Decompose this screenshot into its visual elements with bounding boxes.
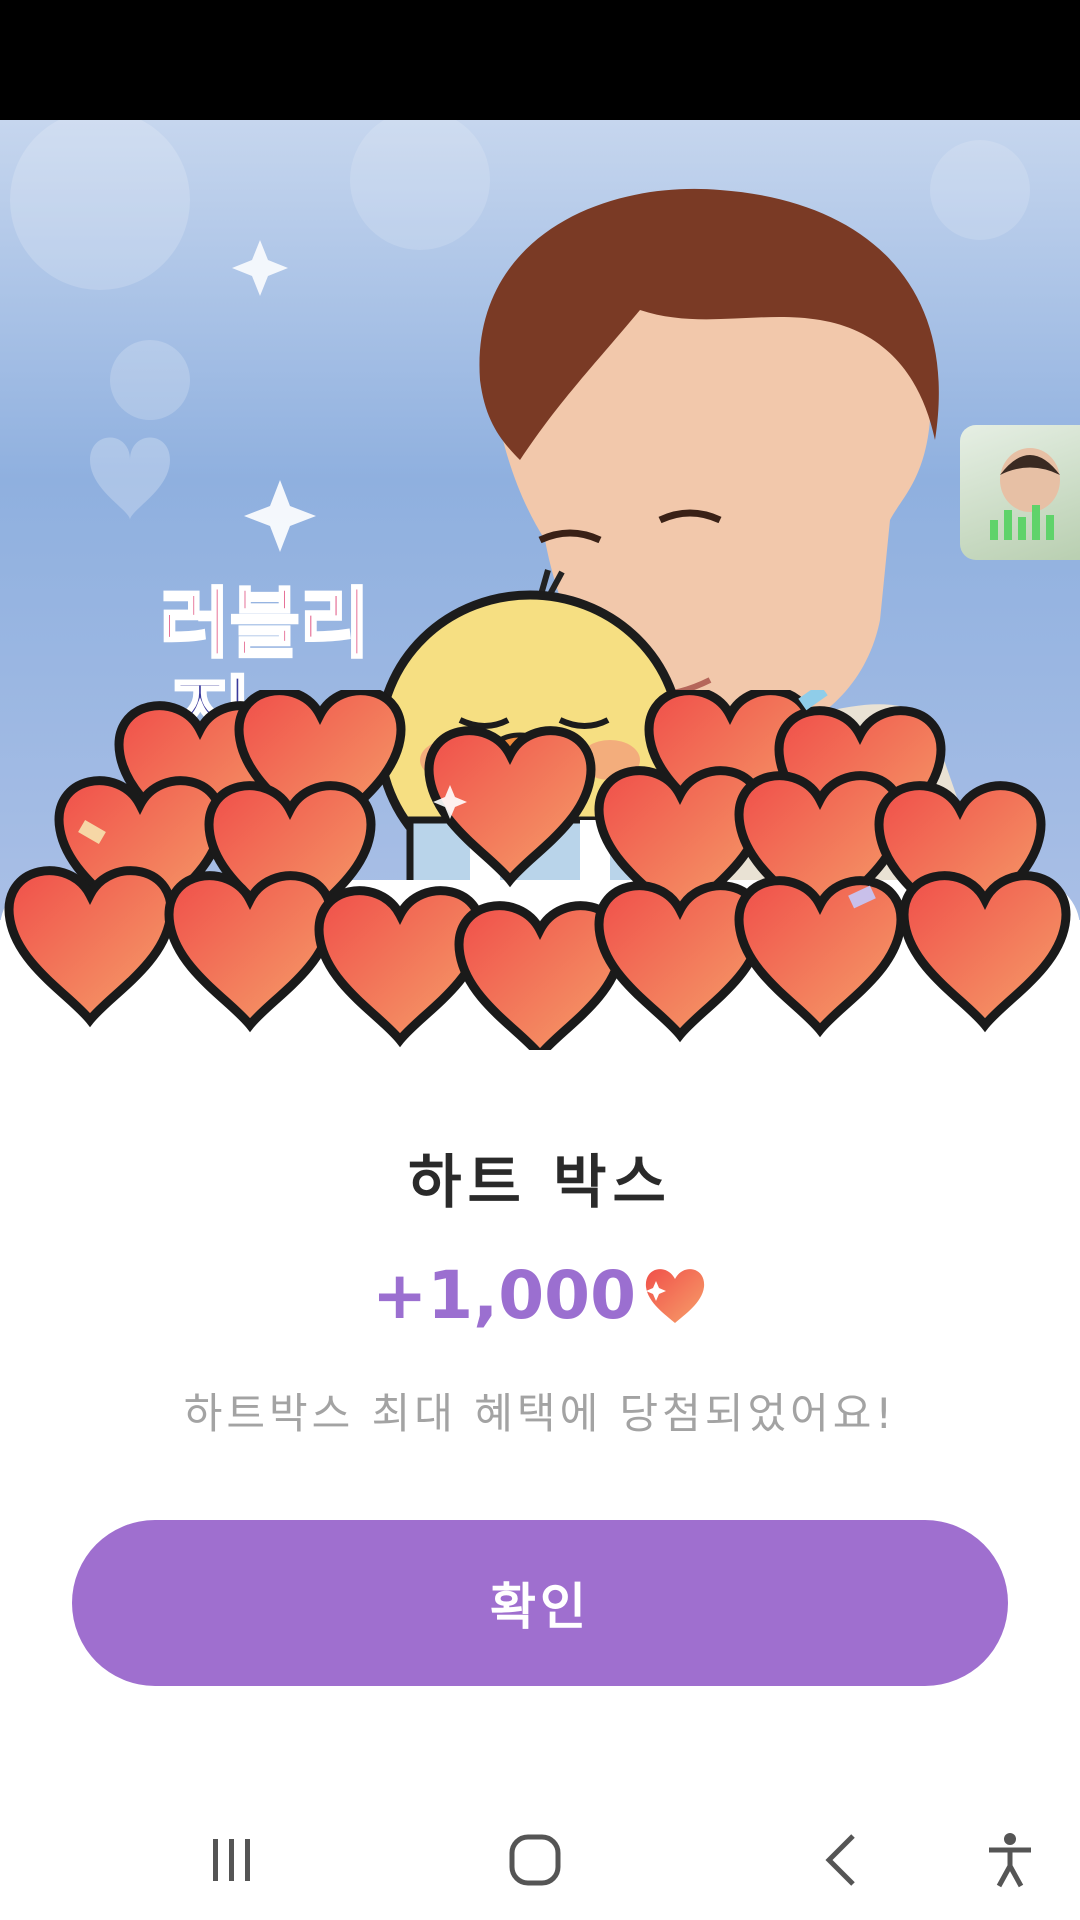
hearts-pile [0, 690, 1080, 1050]
banner-title-art: 러블리 [160, 579, 370, 668]
confirm-button[interactable]: 확인 [72, 1520, 1008, 1686]
reward-message: 하트박스 최대 혜택에 당첨되었어요! [183, 1389, 897, 1438]
reward-title: 하트 박스 [408, 1148, 672, 1216]
equalizer-icon [990, 448, 1060, 540]
back-icon [825, 1834, 855, 1886]
mini-player-thumbnail[interactable] [960, 425, 1080, 560]
status-bar [0, 0, 1080, 120]
reward-amount-row: +1,000 [0, 1255, 1080, 1335]
back-button[interactable] [795, 1825, 885, 1895]
accessibility-icon [989, 1833, 1031, 1888]
recent-apps-button[interactable] [187, 1825, 277, 1895]
home-icon [509, 1834, 561, 1886]
reward-amount: +1,000 [371, 1256, 637, 1334]
home-button[interactable] [490, 1825, 580, 1895]
heart-icon [645, 1269, 705, 1323]
navigation-bar [0, 1800, 1080, 1920]
accessibility-button[interactable] [965, 1825, 1055, 1895]
recent-apps-icon [213, 1839, 250, 1881]
